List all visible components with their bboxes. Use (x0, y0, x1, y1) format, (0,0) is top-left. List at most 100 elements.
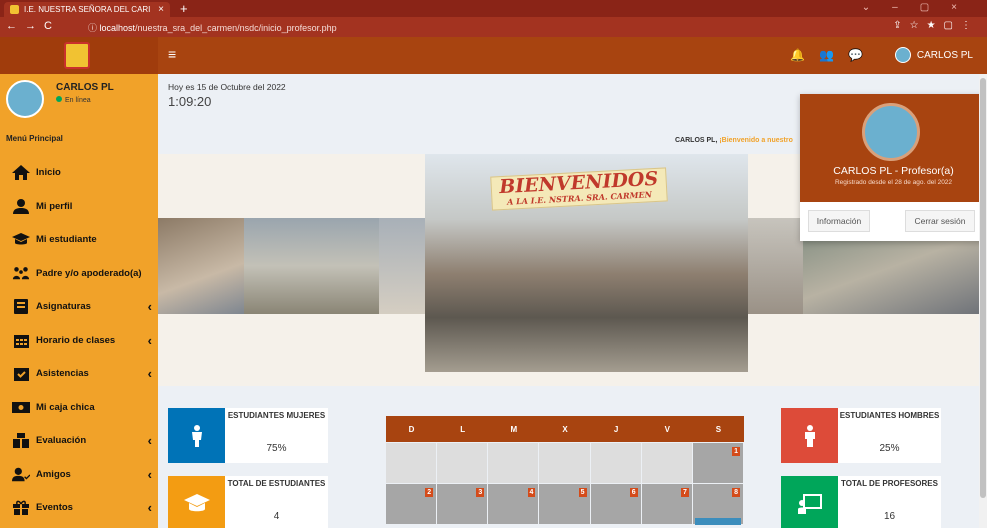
money-icon (12, 399, 30, 415)
sidebar-item-label: Horario de clases (36, 334, 116, 346)
users-icon[interactable]: 👥 (819, 48, 848, 62)
calendar-cell[interactable] (590, 443, 641, 483)
calendar-day-number: 4 (527, 488, 536, 497)
stat-label: ESTUDIANTES HOMBRES (839, 411, 940, 420)
scrollbar-thumb[interactable] (980, 78, 986, 498)
user-check-icon (12, 466, 30, 482)
home-icon (12, 165, 30, 181)
sidebar-item-asistencias[interactable]: Asistencias ‹ (0, 357, 158, 391)
calendar-cell[interactable]: 4 (488, 484, 539, 524)
calendar-cell[interactable]: 8 (692, 484, 743, 525)
menu-toggle-icon[interactable]: ≡ (168, 46, 176, 62)
calendar-icon (12, 332, 30, 348)
calendar-week: 1 (386, 443, 744, 483)
sidebar-item-mi-estudiante[interactable]: Mi estudiante (0, 223, 158, 257)
app-header: ≡ 🔔👥💬 CARLOS PL (0, 37, 987, 74)
family-icon (12, 265, 30, 281)
stat-card-mujeres: ESTUDIANTES MUJERES 75% (168, 408, 328, 463)
male-icon (781, 408, 838, 463)
evaluation-icon (12, 433, 30, 449)
url-field[interactable]: ⓘ localhost/nuestra_sra_del_carmen/nsdc/… (80, 19, 840, 35)
calendar-day-number: 6 (629, 488, 638, 497)
sidebar-item-asignaturas[interactable]: Asignaturas ‹ (0, 290, 158, 324)
window-controls[interactable]: ⌄–▢× (862, 2, 979, 13)
info-button[interactable]: Información (808, 210, 870, 232)
avatar (894, 47, 911, 63)
address-bar: ←→C ⓘ localhost/nuestra_sra_del_carmen/n… (0, 17, 987, 37)
sidebar-item-horario[interactable]: Horario de clases ‹ (0, 324, 158, 358)
stat-value: 75% (266, 443, 287, 454)
sidebar-item-caja-chica[interactable]: Mi caja chica (0, 391, 158, 425)
sidebar-item-evaluacion[interactable]: Evaluación ‹ (0, 424, 158, 458)
calendar-cell[interactable]: 1 (692, 443, 743, 483)
calendar-week: 2 3 4 5 6 7 8 (386, 484, 744, 525)
calendar-cell[interactable]: 6 (590, 484, 641, 524)
banner-photo (244, 218, 379, 314)
sidebar-item-label: Asignaturas (36, 301, 91, 313)
calendar-day-number: 7 (680, 488, 689, 497)
school-logo[interactable] (64, 42, 90, 69)
calendar-cell[interactable] (641, 443, 692, 483)
calendar-cell[interactable]: 5 (539, 484, 590, 524)
calendar-cell[interactable] (386, 443, 437, 483)
stat-label: TOTAL DE PROFESORES (841, 479, 938, 488)
logout-button[interactable]: Cerrar sesión (905, 210, 975, 232)
browser-actions[interactable]: ⇪☆★▢⋮ (893, 20, 979, 31)
sidebar-item-padre[interactable]: Padre y/o apoderado(a) (0, 257, 158, 291)
calendar-cell[interactable]: 3 (437, 484, 488, 524)
browser-tab[interactable]: I.E. NUESTRA SEÑORA DEL CARI × (4, 2, 170, 17)
calendar-cell[interactable]: 2 (386, 484, 437, 524)
notification-icons[interactable]: 🔔👥💬 (790, 48, 877, 62)
chat-icon[interactable]: 💬 (848, 48, 877, 62)
user-menu[interactable]: CARLOS PL (894, 47, 973, 63)
chevron-left-icon: ‹ (147, 332, 152, 348)
user-name: CARLOS PL (916, 49, 973, 61)
stat-card-total-estudiantes: TOTAL DE ESTUDIANTES 4 (168, 476, 328, 528)
new-tab-button[interactable]: + (180, 1, 188, 16)
calendar-day-number: 2 (425, 488, 434, 497)
calendar-cell[interactable]: 7 (641, 484, 692, 524)
logo-area (0, 37, 158, 74)
banner-photo (158, 218, 244, 314)
gift-icon (12, 500, 30, 516)
url-host: localhost (99, 23, 136, 33)
sidebar-item-label: Evaluación (36, 435, 87, 447)
sidebar-header: Menú Principal (6, 134, 63, 143)
graduation-cap-icon (12, 232, 30, 248)
calendar-check-icon (12, 366, 30, 382)
favicon-icon (10, 5, 19, 14)
stat-card-hombres: ESTUDIANTES HOMBRES 25% (781, 408, 941, 463)
bell-icon[interactable]: 🔔 (790, 48, 819, 62)
sidebar-item-eventos[interactable]: Eventos ‹ (0, 491, 158, 525)
sidebar-user-panel: CARLOS PL En línea (6, 80, 156, 126)
calendar-day-header: D (408, 424, 415, 434)
stat-label: TOTAL DE ESTUDIANTES (227, 479, 326, 488)
nav-buttons[interactable]: ←→C (6, 20, 60, 32)
stat-label: ESTUDIANTES MUJERES (227, 411, 326, 420)
scrollbar[interactable] (979, 74, 987, 528)
sidebar-item-inicio[interactable]: Inicio (0, 156, 158, 190)
tab-title: I.E. NUESTRA SEÑORA DEL CARI (24, 5, 151, 14)
calendar-day-header: M (510, 424, 518, 434)
calendar-cell[interactable] (488, 443, 539, 483)
teacher-icon (781, 476, 838, 528)
calendar-cell[interactable] (437, 443, 488, 483)
sidebar-item-label: Eventos (36, 502, 73, 514)
close-tab-icon[interactable]: × (158, 4, 164, 15)
current-date: Hoy es 15 de Octubre del 2022 (168, 82, 286, 92)
calendar-day-header: X (562, 424, 568, 434)
calendar-event[interactable] (694, 518, 741, 525)
sidebar-item-label: Mi perfil (36, 200, 73, 212)
user-icon (12, 198, 30, 214)
calendar: D L M X J V S 1 2 3 4 5 6 7 8 (386, 416, 744, 528)
welcome-user: CARLOS PL, (675, 137, 718, 144)
welcome-message: CARLOS PL, ¡Bienvenido a nuestro (675, 137, 793, 144)
sidebar-item-mi-perfil[interactable]: Mi perfil (0, 190, 158, 224)
calendar-cell[interactable] (539, 443, 590, 483)
sidebar-user-name: CARLOS PL (56, 82, 114, 93)
book-icon (12, 299, 30, 315)
status-badge: En línea (56, 96, 91, 104)
chevron-left-icon: ‹ (147, 366, 152, 382)
sidebar-item-amigos[interactable]: Amigos ‹ (0, 458, 158, 492)
main-content: Hoy es 15 de Octubre del 2022 1:09:20 CA… (158, 74, 987, 528)
